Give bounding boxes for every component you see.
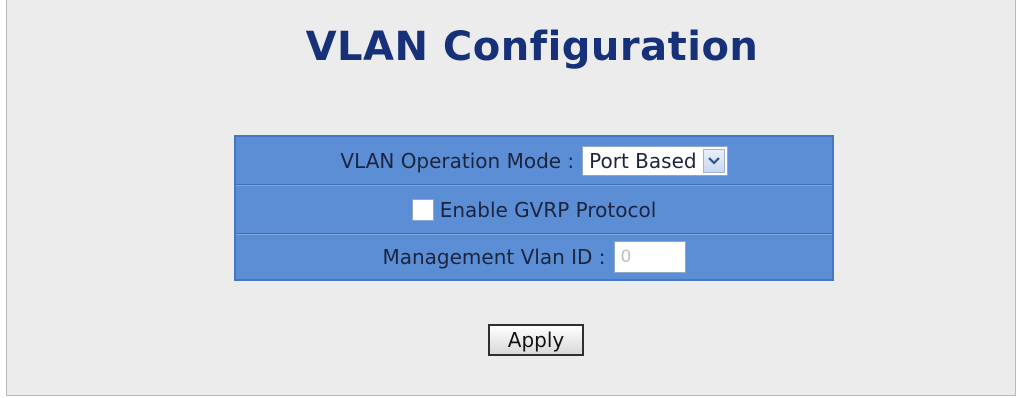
chevron-down-icon-glyph: [707, 157, 720, 165]
mgmt-vlan-input[interactable]: 0: [613, 240, 686, 273]
page-title: VLAN Configuration: [305, 24, 759, 70]
vlan-settings-table: VLAN Operation Mode : Port Based Enable …: [234, 135, 834, 281]
gvrp-label: Enable GVRP Protocol: [439, 197, 657, 222]
chevron-down-icon[interactable]: [702, 148, 725, 173]
mgmt-vlan-label: Management Vlan ID :: [382, 244, 606, 269]
operation-mode-label: VLAN Operation Mode :: [340, 148, 575, 173]
gvrp-checkbox[interactable]: [411, 198, 434, 221]
mgmt-vlan-row: Management Vlan ID : 0: [236, 233, 832, 280]
apply-button[interactable]: Apply: [488, 324, 584, 356]
operation-mode-value: Port Based: [589, 148, 697, 173]
config-panel: VLAN Configuration VLAN Operation Mode :…: [6, 0, 1016, 396]
operation-mode-select[interactable]: Port Based: [582, 145, 728, 176]
gvrp-row: Enable GVRP Protocol: [236, 186, 832, 233]
operation-mode-row: VLAN Operation Mode : Port Based: [236, 137, 832, 184]
